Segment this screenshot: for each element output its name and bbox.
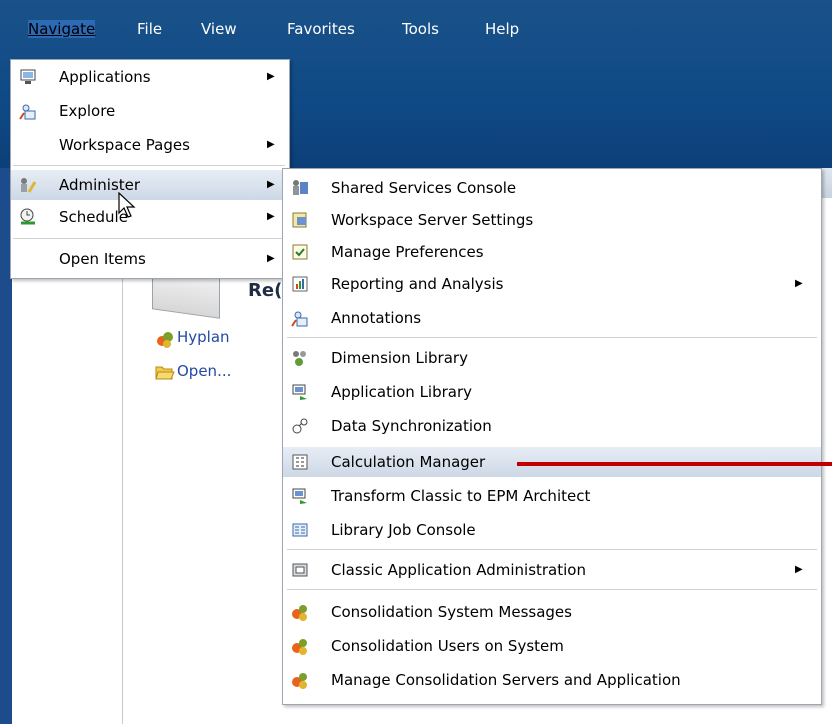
menu-view[interactable]: View <box>201 20 237 38</box>
menu-item-application-library[interactable]: Application Library <box>283 377 821 407</box>
menu-item-library-job-console[interactable]: Library Job Console <box>283 515 821 545</box>
menu-item-workspace-pages[interactable]: Workspace Pages ▶ <box>11 130 289 160</box>
link-hyplan-label: Hyplan <box>177 328 230 346</box>
shared-services-icon <box>293 180 308 195</box>
link-open[interactable]: Open... <box>155 362 232 380</box>
menu-item-classic-application-administration[interactable]: Classic Application Administration ▶ <box>283 555 821 585</box>
schedule-icon <box>20 208 35 225</box>
menu-item-label: Transform Classic to EPM Architect <box>331 487 591 505</box>
menu-separator <box>287 589 817 590</box>
menu-navigate[interactable]: Navigate <box>28 20 96 38</box>
data-sync-icon <box>292 418 308 434</box>
menu-item-shared-services-console[interactable]: Shared Services Console <box>283 173 821 203</box>
menu-item-data-synchronization[interactable]: Data Synchronization <box>283 411 821 441</box>
content-title: Re( <box>248 280 283 301</box>
annotation-line-overlay <box>517 462 832 466</box>
transform-icon <box>292 488 307 504</box>
menu-item-label: Annotations <box>331 309 422 327</box>
menu-item-transform-classic[interactable]: Transform Classic to EPM Architect <box>283 481 821 511</box>
menu-item-label: Consolidation Users on System <box>331 637 564 655</box>
server-settings-icon <box>292 212 307 228</box>
menu-item-consolidation-system-messages[interactable]: Consolidation System Messages <box>283 597 821 627</box>
application-library-icon <box>292 384 307 400</box>
submenu-arrow-icon: ▶ <box>267 253 275 264</box>
menu-item-label: Classic Application Administration <box>331 561 586 579</box>
menu-item-workspace-server-settings[interactable]: Workspace Server Settings <box>283 205 821 235</box>
menu-item-label: Open Items <box>59 250 146 268</box>
menu-item-label: Explore <box>59 102 116 120</box>
menu-item-open-items[interactable]: Open Items ▶ <box>11 244 289 274</box>
menu-tools[interactable]: Tools <box>402 20 439 38</box>
navigate-menu: Applications ▶ Explore Workspace Pages ▶… <box>10 59 290 279</box>
menu-item-manage-preferences[interactable]: Manage Preferences <box>283 237 821 267</box>
menu-item-label: Consolidation System Messages <box>331 603 572 621</box>
menu-item-explore[interactable]: Explore <box>11 96 289 126</box>
calculation-manager-icon <box>292 454 308 470</box>
menu-separator <box>13 165 285 166</box>
classic-admin-icon <box>292 563 308 577</box>
menu-item-label: Workspace Server Settings <box>331 211 534 229</box>
menu-item-label: Library Job Console <box>331 521 476 539</box>
folder-open-icon <box>155 366 175 380</box>
menu-item-label: Reporting and Analysis <box>331 275 504 293</box>
submenu-arrow-icon: ▶ <box>267 211 275 222</box>
menu-separator <box>287 549 817 550</box>
reporting-icon <box>292 276 308 292</box>
submenu-arrow-icon: ▶ <box>267 71 275 82</box>
administer-icon <box>21 178 37 193</box>
menu-separator <box>287 337 817 338</box>
link-hyplan[interactable]: Hyplan <box>157 328 230 348</box>
administer-submenu: Shared Services Console Workspace Server… <box>282 168 822 705</box>
menu-item-reporting-and-analysis[interactable]: Reporting and Analysis ▶ <box>283 269 821 299</box>
link-open-label: Open... <box>177 362 232 380</box>
menu-separator <box>13 238 285 239</box>
menu-item-label: Workspace Pages <box>59 136 190 154</box>
menu-help[interactable]: Help <box>485 20 519 38</box>
consolidation-icon <box>292 639 307 655</box>
submenu-arrow-icon: ▶ <box>795 278 803 289</box>
menu-item-consolidation-users-on-system[interactable]: Consolidation Users on System <box>283 631 821 661</box>
menu-file[interactable]: File <box>137 20 162 38</box>
job-console-icon <box>292 523 308 537</box>
consolidation-icon <box>157 332 173 348</box>
menu-item-annotations[interactable]: Annotations <box>283 303 821 333</box>
menu-item-label: Calculation Manager <box>331 453 486 471</box>
menu-item-label: Shared Services Console <box>331 179 517 197</box>
menu-item-dimension-library[interactable]: Dimension Library <box>283 343 821 373</box>
menu-item-label: Data Synchronization <box>331 417 492 435</box>
menu-item-schedule[interactable]: Schedule ▶ <box>11 202 289 232</box>
annotations-icon <box>291 311 308 327</box>
dimension-library-icon <box>293 351 306 366</box>
menu-item-label: Dimension Library <box>331 349 468 367</box>
consolidation-icon <box>292 605 307 621</box>
preferences-icon <box>292 244 308 260</box>
menu-item-label: Applications <box>59 68 151 86</box>
menu-item-label: Manage Consolidation Servers and Applica… <box>331 671 681 689</box>
menu-item-label: Application Library <box>331 383 473 401</box>
menu-item-label: Manage Preferences <box>331 243 484 261</box>
menu-bar: Navigate File View Favorites Tools Help <box>0 0 832 50</box>
menu-item-applications[interactable]: Applications ▶ <box>11 62 289 92</box>
menu-item-administer[interactable]: Administer ▶ <box>11 170 289 200</box>
menu-item-manage-consolidation-servers[interactable]: Manage Consolidation Servers and Applica… <box>283 665 821 695</box>
submenu-arrow-icon: ▶ <box>795 564 803 575</box>
consolidation-icon <box>292 673 307 689</box>
submenu-arrow-icon: ▶ <box>267 179 275 190</box>
mouse-cursor-icon <box>118 192 136 218</box>
submenu-arrow-icon: ▶ <box>267 139 275 150</box>
menu-favorites[interactable]: Favorites <box>287 20 355 38</box>
monitor-icon <box>20 69 36 84</box>
explore-icon <box>19 104 36 120</box>
